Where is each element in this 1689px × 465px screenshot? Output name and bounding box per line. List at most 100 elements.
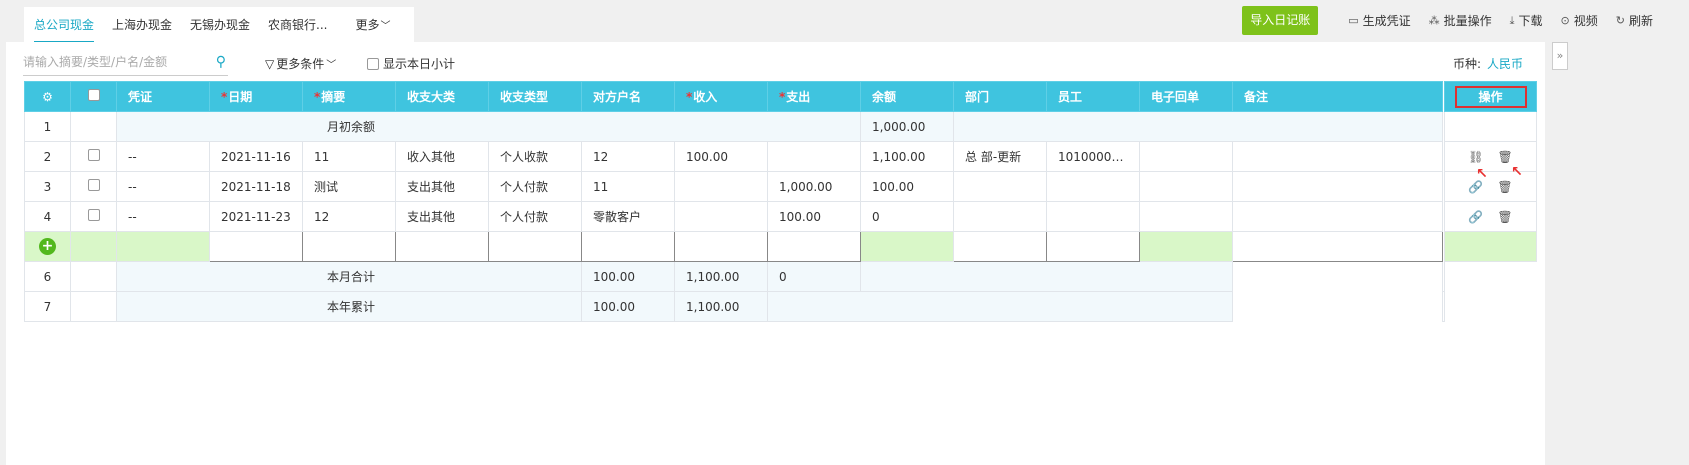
year-total-label: 本年累计 xyxy=(327,300,376,314)
cell-voucher[interactable]: -- xyxy=(116,171,210,202)
new-summary-input[interactable] xyxy=(302,231,396,262)
cell-income[interactable] xyxy=(674,171,768,202)
unlink-icon[interactable]: ⛓ xyxy=(1468,150,1483,164)
cell-employee[interactable]: 101000000... xyxy=(1046,141,1140,172)
delete-icon[interactable]: 🗑 xyxy=(1498,150,1513,164)
gear-icon[interactable]: ⚙ xyxy=(42,90,53,104)
cell-receipt[interactable] xyxy=(1139,171,1233,202)
table-row[interactable]: 2 -- 2021-11-16 11 收入其他 个人收款 12 100.00 1… xyxy=(24,141,1537,172)
cell-employee[interactable] xyxy=(1046,201,1140,232)
new-remark-input[interactable] xyxy=(1232,231,1443,262)
year-total-label-cell: 本年累计 xyxy=(116,291,582,322)
new-department-input[interactable] xyxy=(953,231,1047,262)
download-icon: ⤓ xyxy=(1509,13,1515,27)
select-cell xyxy=(70,291,117,322)
header-receipt: 电子回单 xyxy=(1139,81,1233,112)
table-row[interactable]: 3 -- 2021-11-18 测试 支出其他 个人付款 11 1,000.00… xyxy=(24,171,1537,202)
cell-remark[interactable] xyxy=(1232,141,1443,172)
month-total-income: 100.00 xyxy=(581,261,675,292)
cell-department[interactable] xyxy=(953,201,1047,232)
import-journal-button[interactable]: 导入日记账 xyxy=(1242,6,1319,35)
cell-summary[interactable]: 11 xyxy=(302,141,396,172)
row-checkbox[interactable] xyxy=(87,209,100,221)
new-date-input[interactable] xyxy=(209,231,303,262)
cell-expense[interactable]: 1,000.00 xyxy=(767,171,861,202)
generate-voucher-button[interactable]: ▭ 生成凭证 xyxy=(1348,12,1410,29)
search-icon[interactable]: ⚲ xyxy=(216,54,226,70)
row-select-cell[interactable] xyxy=(70,201,117,232)
delete-icon[interactable]: 🗑 xyxy=(1497,210,1512,224)
new-type-input[interactable] xyxy=(488,231,582,262)
cell-category[interactable]: 支出其他 xyxy=(395,201,489,232)
cell-counterparty[interactable]: 11 xyxy=(581,171,675,202)
row-checkbox[interactable] xyxy=(87,179,100,191)
new-counterparty-input[interactable] xyxy=(581,231,675,262)
cell-type[interactable]: 个人付款 xyxy=(488,201,582,232)
row-checkbox[interactable] xyxy=(87,149,100,161)
column-settings-cell[interactable]: ⚙ xyxy=(24,81,71,112)
cell-department[interactable] xyxy=(953,171,1047,202)
table-row[interactable]: 4 -- 2021-11-23 12 支出其他 个人付款 零散客户 100.00… xyxy=(24,201,1537,232)
cell-expense[interactable]: 100.00 xyxy=(767,201,861,232)
generate-voucher-label: 生成凭证 xyxy=(1362,14,1411,28)
cell-date[interactable]: 2021-11-16 xyxy=(209,141,303,172)
cell-expense[interactable] xyxy=(767,141,861,172)
header-summary-label: 摘要 xyxy=(321,90,346,104)
video-button[interactable]: ⊙ 视频 xyxy=(1561,12,1598,29)
new-balance-cell xyxy=(860,231,954,262)
cell-counterparty[interactable]: 零散客户 xyxy=(581,201,675,232)
new-income-input[interactable] xyxy=(674,231,768,262)
cell-counterparty[interactable]: 12 xyxy=(581,141,675,172)
cell-remark[interactable] xyxy=(1232,201,1443,232)
cell-summary[interactable]: 测试 xyxy=(302,171,396,202)
link-icon[interactable]: 🔗 xyxy=(1468,210,1483,224)
cell-income[interactable] xyxy=(674,201,768,232)
cell-type[interactable]: 个人付款 xyxy=(488,171,582,202)
cell-category[interactable]: 收入其他 xyxy=(395,141,489,172)
new-receipt-cell xyxy=(1139,231,1233,262)
currency-label: 币种: xyxy=(1452,57,1481,71)
cell-voucher[interactable]: -- xyxy=(116,141,210,172)
cell-type[interactable]: 个人收款 xyxy=(488,141,582,172)
new-employee-input[interactable] xyxy=(1046,231,1140,262)
refresh-button[interactable]: ↻ 刷新 xyxy=(1616,12,1653,29)
tab-head-office-cash[interactable]: 总公司现金 xyxy=(34,15,95,43)
cell-income[interactable]: 100.00 xyxy=(674,141,768,172)
select-all-checkbox[interactable] xyxy=(87,89,100,101)
table-row-year-total: 7 本年累计 100.00 1,100.00 xyxy=(24,291,1537,322)
add-row-button[interactable]: + xyxy=(39,238,56,255)
new-expense-input[interactable] xyxy=(767,231,861,262)
month-total-label-cell: 本月合计 xyxy=(116,261,582,292)
page: 总公司现金 上海办现金 无锡办现金 农商银行... 更多﹀ 导入日记账 ▭ 生成凭… xyxy=(0,0,1689,465)
batch-operation-label: 批量操作 xyxy=(1443,14,1492,28)
tab-shanghai-cash[interactable]: 上海办现金 xyxy=(112,15,172,35)
cell-summary[interactable]: 12 xyxy=(302,201,396,232)
cell-date[interactable]: 2021-11-18 xyxy=(209,171,303,202)
daily-subtotal-checkbox[interactable] xyxy=(367,57,379,70)
row-select-cell[interactable] xyxy=(70,141,117,172)
currency-value[interactable]: 人民币 xyxy=(1487,57,1523,71)
cell-receipt[interactable] xyxy=(1139,201,1233,232)
batch-operation-button[interactable]: ⁂ 批量操作 xyxy=(1429,12,1492,29)
cell-receipt[interactable] xyxy=(1139,141,1233,172)
tab-rural-bank[interactable]: 农商银行... xyxy=(268,15,327,35)
row-select-cell[interactable] xyxy=(70,171,117,202)
tab-more[interactable]: 更多﹀ xyxy=(356,15,391,37)
cell-voucher[interactable]: -- xyxy=(116,201,210,232)
more-conditions-button[interactable]: ▽ 更多条件 ﹀ xyxy=(265,55,336,72)
delete-icon[interactable]: 🗑 xyxy=(1497,180,1512,194)
cell-department[interactable]: 总 部-更新 xyxy=(953,141,1047,172)
video-label: 视频 xyxy=(1573,14,1598,28)
toolbar: 导入日记账 ▭ 生成凭证 ⁂ 批量操作 ⤓ 下载 ⊙ 视频 ↻ 刷新 xyxy=(1242,6,1653,35)
show-daily-subtotal-toggle[interactable]: 显示本日小计 xyxy=(367,55,455,72)
collapse-panel-icon[interactable]: » xyxy=(1552,42,1568,70)
download-button[interactable]: ⤓ 下载 xyxy=(1510,12,1543,29)
cell-date[interactable]: 2021-11-23 xyxy=(209,201,303,232)
new-category-input[interactable] xyxy=(395,231,489,262)
cell-employee[interactable] xyxy=(1046,171,1140,202)
select-all-cell[interactable] xyxy=(70,81,117,112)
cell-category[interactable]: 支出其他 xyxy=(395,171,489,202)
tab-wuxi-cash[interactable]: 无锡办现金 xyxy=(190,15,250,35)
search-input[interactable] xyxy=(23,50,203,74)
cell-remark[interactable] xyxy=(1232,171,1443,202)
